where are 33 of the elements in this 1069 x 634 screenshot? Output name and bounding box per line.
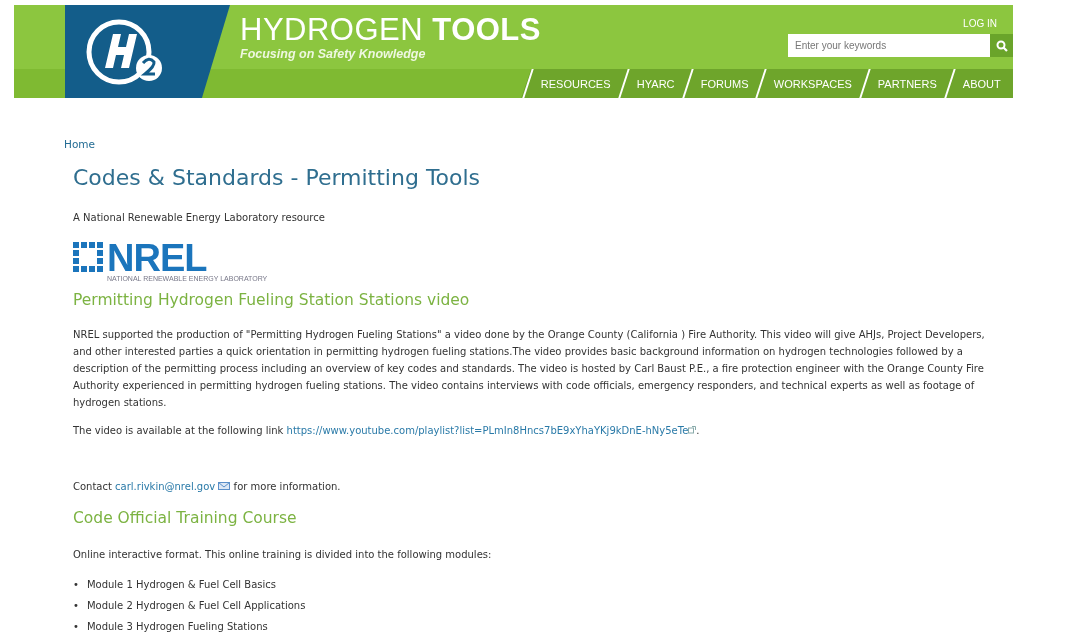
nav-link[interactable]: ABOUT (944, 69, 1018, 98)
nav-link[interactable]: HYARC (618, 69, 692, 98)
nav-link[interactable]: PARTNERS (859, 69, 954, 98)
external-link-icon (688, 426, 697, 434)
bullet: • (73, 620, 79, 634)
nrel-mark-icon (73, 242, 104, 273)
paragraph: Contact carl.rivkin@nrel.gov for more information. (73, 480, 342, 494)
site-title: HYDROGEN TOOLS (240, 13, 541, 47)
search-button[interactable] (990, 34, 1013, 57)
breadcrumb-link[interactable]: Home (64, 138, 95, 150)
nrel-wordmark: NREL (107, 242, 207, 274)
search-field[interactable]: Enter your keywords (788, 34, 990, 57)
video-link[interactable]: https://www.youtube.com/playlist?list=PLmIn8Hncs7bE9xYhaYKj9kDnE-hNy5eTe (286, 425, 689, 436)
login-link[interactable]: LOG IN (963, 18, 997, 29)
section-heading: Code Official Training Course (73, 509, 298, 527)
bullet: • (73, 599, 79, 613)
nav-link[interactable]: WORKSPACES (755, 69, 869, 98)
tagline: Focusing on Safety Knowledge (240, 47, 427, 61)
module-item: Module 1 Hydrogen & Fuel Cell Basics (86, 578, 276, 592)
page-title: Codes & Standards - Permitting Tools (73, 165, 482, 190)
nav-link[interactable]: FORUMS (681, 69, 765, 98)
bullet: • (73, 578, 79, 592)
search-icon (995, 39, 1008, 52)
paragraph: The video is available at the following link https://www.youtube.com/playlist?list=PLmIn8Hncs7bE9xYhaYKj9kDnE-hNy5eTe . (73, 424, 701, 438)
nav-link[interactable]: RESOURCES (522, 69, 628, 98)
email-link[interactable]: carl.rivkin@nrel.gov (115, 481, 216, 492)
intro-text: A National Renewable Energy Laboratory resource (73, 211, 326, 225)
module-item: Module 2 Hydrogen & Fuel Cell Applications (86, 599, 306, 613)
mail-icon (218, 482, 231, 490)
paragraph: NREL supported the production of "Permitting Hydrogen Fueling Stations" a video done by the Orange County (California ) Fire Authority. This video will give AHJs, Project Developers, and other interested parties a quick orientation in permitting hydrogen fueling stations.The video provides basic background information on hydrogen technologies followed by a description of the permitting process including an overview of key codes and standards. The video is hosted by Carl Baust P.E., a fire protection engineer with the Orange County Fire Authority experienced in permitting hydrogen fueling stations. The video contains interviews with code officials, emergency responders, and technical experts as well as footage of hydrogen stations. (73, 328, 986, 410)
module-item: Module 3 Hydrogen Fueling Stations (86, 620, 268, 634)
paragraph: Online interactive format. This online training is divided into the following modules: (73, 548, 493, 562)
section-heading: Permitting Hydrogen Fueling Station Stations video (73, 291, 471, 309)
